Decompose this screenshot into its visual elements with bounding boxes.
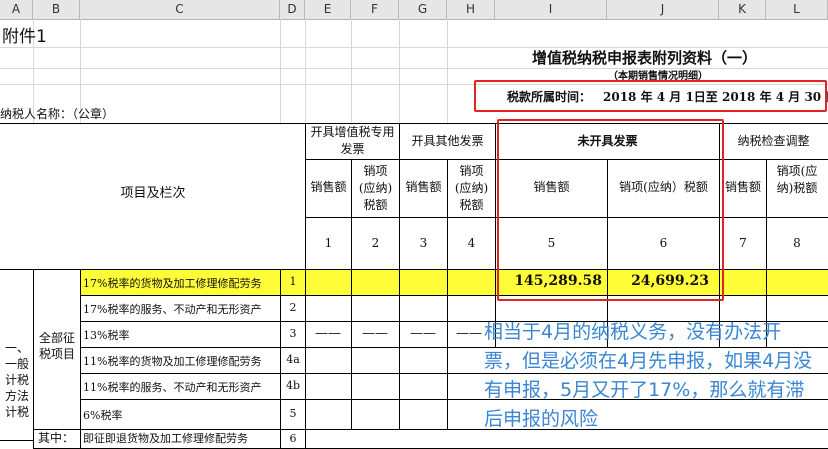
col-num-3: 3 bbox=[419, 236, 428, 250]
col-header-e[interactable]: E bbox=[305, 0, 351, 19]
section-general-method-label: 一、一般计税方法计税 bbox=[4, 341, 29, 419]
col-header-f[interactable]: F bbox=[351, 0, 399, 19]
report-title: 增值税纳税申报表附列资料（一） bbox=[532, 49, 758, 67]
row-6-label: 即征即退货物及加工修理修配劳务 bbox=[83, 432, 248, 445]
section-partial-label: 其中： bbox=[38, 431, 75, 445]
group-tax-inspection-label: 纳税检查调整 bbox=[737, 134, 810, 148]
row-6-num: 6 bbox=[289, 432, 297, 445]
col-header-c[interactable]: C bbox=[80, 0, 280, 19]
col-header-g[interactable]: G bbox=[399, 0, 447, 19]
col-header-b[interactable]: B bbox=[33, 0, 80, 19]
subheader-sales-7: 销售额 bbox=[724, 180, 761, 194]
row-1-num: 1 bbox=[289, 275, 297, 288]
col-header-i[interactable]: I bbox=[495, 0, 607, 19]
row-3-num: 3 bbox=[289, 327, 297, 340]
col-num-8: 8 bbox=[793, 236, 801, 250]
annotation-note: 相当于4月的纳税义务，没有办法开票，但是必须在4月先申报，如果4月没有申报，5月… bbox=[484, 321, 813, 430]
section-all-taxable-label: 全部征税项目 bbox=[38, 331, 75, 361]
col-header-a[interactable]: A bbox=[0, 0, 33, 19]
no-invoice-highlight-box bbox=[497, 119, 724, 301]
row-4b-num: 4b bbox=[285, 379, 301, 392]
col-num-4: 4 bbox=[467, 236, 476, 250]
subheader-sales-3: 销售额 bbox=[405, 180, 442, 194]
period-highlight-box bbox=[474, 80, 827, 112]
subheader-tax-8: 销项(应纳)税额 bbox=[776, 164, 818, 195]
col-header-h[interactable]: H bbox=[447, 0, 495, 19]
col-num-1: 1 bbox=[324, 236, 333, 250]
row-3-dash-1: —— bbox=[315, 326, 341, 341]
group-special-invoice-label: 开具增值税专用发票 bbox=[310, 125, 395, 156]
row-1-label: 17%税率的货物及加工修理修配劳务 bbox=[83, 277, 262, 290]
column-header-bar: A B C D E F G H I J K L bbox=[0, 0, 828, 20]
row-5-num: 5 bbox=[289, 407, 297, 420]
taxpayer-name-label: 纳税人名称：（公章） bbox=[0, 107, 115, 121]
row-2-label: 17%税率的服务、不动产和无形资产 bbox=[83, 303, 262, 316]
col-header-j[interactable]: J bbox=[607, 0, 719, 19]
row-3-dash-3: —— bbox=[410, 326, 436, 341]
subheader-sales-1: 销售额 bbox=[310, 180, 347, 194]
row-4a-num: 4a bbox=[286, 353, 300, 366]
col-header-l[interactable]: L bbox=[766, 0, 828, 19]
row-3-label: 13%税率 bbox=[83, 329, 130, 342]
row-4b-label: 11%税率的服务、不动产和无形资产 bbox=[83, 381, 262, 394]
col-num-2: 2 bbox=[371, 236, 380, 250]
subheader-tax-4: 销项(应纳)税额 bbox=[454, 164, 489, 212]
group-other-invoice-label: 开具其他发票 bbox=[411, 134, 484, 148]
row-3-dash-4: —— bbox=[456, 326, 482, 341]
item-header-label: 项目及栏次 bbox=[120, 186, 186, 201]
row-5-label: 6%税率 bbox=[83, 409, 123, 422]
subheader-tax-2: 销项(应纳)税额 bbox=[358, 164, 393, 212]
col-num-7: 7 bbox=[739, 236, 747, 250]
row-2-num: 2 bbox=[289, 301, 297, 314]
row-3-dash-2: —— bbox=[362, 326, 388, 341]
row-4a-label: 11%税率的货物及加工修理修配劳务 bbox=[83, 355, 262, 368]
col-header-d[interactable]: D bbox=[280, 0, 305, 19]
attachment-label: 附件1 bbox=[2, 27, 47, 47]
col-header-k[interactable]: K bbox=[719, 0, 766, 19]
